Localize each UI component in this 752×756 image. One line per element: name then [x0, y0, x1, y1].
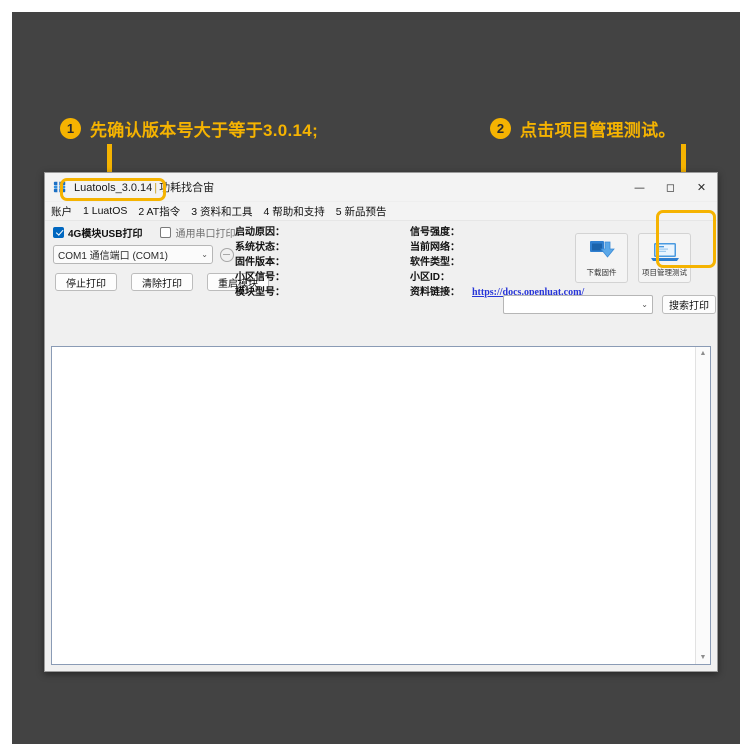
- app-logo-icon: [53, 180, 66, 194]
- window-title-suffix: 功耗找合宙: [159, 182, 215, 194]
- label-cell-signal: 小区信号：: [235, 272, 285, 283]
- annotation-text-2: 点击项目管理测试。: [520, 121, 676, 140]
- label-signal-strength: 信号强度：: [410, 227, 460, 238]
- label-cell-id: 小区ID：: [410, 272, 450, 283]
- project-management-test-button[interactable]: 项目管理测试: [638, 233, 691, 283]
- annotation-badge-1: 1: [60, 118, 81, 139]
- laptop-project-icon: [650, 239, 680, 265]
- control-panel: 4G模块USB打印 通用串口打印 COM1 通信端口 (COM1) ⌄ 停止打印…: [45, 221, 717, 346]
- clear-print-button[interactable]: 清除打印: [131, 273, 193, 291]
- download-firmware-button[interactable]: 下载固件: [575, 233, 628, 283]
- label-boot-reason: 启动原因：: [235, 227, 285, 238]
- download-firmware-icon: [588, 239, 616, 265]
- annotation-callout-1: 1 先确认版本号大于等于3.0.14;: [60, 116, 318, 141]
- annotation-badge-2: 2: [490, 118, 511, 139]
- window-title: Luatools_3.0.14 | 功耗找合宙: [74, 179, 214, 195]
- menu-bar: 账户 1 LuatOS 2 AT指令 3 资料和工具 4 帮助和支持 5 新品预…: [45, 202, 717, 221]
- scroll-up-icon[interactable]: ▲: [696, 347, 710, 360]
- status-column-right: 信号强度： 当前网络： 软件类型： 小区ID： 资料链接： https://do…: [410, 225, 584, 300]
- log-output-area[interactable]: ▲ ▼: [51, 346, 711, 665]
- minimize-button[interactable]: —: [624, 173, 655, 201]
- log-vertical-scrollbar[interactable]: ▲ ▼: [695, 347, 710, 664]
- chevron-down-icon: ⌄: [201, 250, 208, 259]
- search-input[interactable]: ⌄: [503, 295, 653, 314]
- menu-item-docs-tools[interactable]: 3 资料和工具: [191, 204, 252, 219]
- annotation-callout-2: 2 点击项目管理测试。: [490, 116, 676, 141]
- window-controls: — ◻ ✕: [624, 173, 717, 201]
- stop-print-button[interactable]: 停止打印: [55, 273, 117, 291]
- screenshot-backdrop: 1 先确认版本号大于等于3.0.14; 2 点击项目管理测试。 Luatools…: [12, 12, 740, 744]
- label-module-model: 模块型号：: [235, 287, 285, 298]
- window-titlebar[interactable]: Luatools_3.0.14 | 功耗找合宙 — ◻ ✕: [45, 173, 717, 202]
- com-port-value: COM1 通信端口 (COM1): [58, 251, 168, 262]
- checkbox-4g-usb-print[interactable]: 4G模块USB打印: [53, 225, 142, 240]
- search-print-button[interactable]: 搜索打印: [662, 295, 716, 314]
- scroll-down-icon[interactable]: ▼: [696, 651, 710, 664]
- label-firmware-version: 固件版本：: [235, 257, 285, 268]
- port-selection-row: COM1 通信端口 (COM1) ⌄: [53, 245, 234, 264]
- maximize-button[interactable]: ◻: [655, 173, 686, 201]
- checkbox-4g-usb-print-label: 4G模块USB打印: [68, 229, 143, 240]
- com-port-dropdown[interactable]: COM1 通信端口 (COM1) ⌄: [53, 245, 213, 264]
- label-system-status: 系统状态：: [235, 242, 285, 253]
- annotation-text-1: 先确认版本号大于等于3.0.14;: [90, 121, 319, 140]
- chevron-down-icon: ⌄: [641, 300, 648, 309]
- menu-item-account[interactable]: 账户: [51, 204, 72, 219]
- print-mode-checkboxes: 4G模块USB打印 通用串口打印: [53, 225, 235, 240]
- toolbar-big-buttons: 下载固件 项目管理测试: [575, 233, 691, 283]
- luatools-window: Luatools_3.0.14 | 功耗找合宙 — ◻ ✕ 账户 1 LuatOS …: [44, 172, 718, 672]
- close-button[interactable]: ✕: [686, 173, 717, 201]
- label-current-network: 当前网络：: [410, 242, 460, 253]
- status-column-middle: 启动原因： 系统状态： 固件版本： 小区信号： 模块型号：: [235, 225, 285, 300]
- menu-item-at-commands[interactable]: 2 AT指令: [138, 204, 180, 219]
- menu-item-help-support[interactable]: 4 帮助和支持: [263, 204, 324, 219]
- menu-item-new-products[interactable]: 5 新品预告: [336, 204, 387, 219]
- refresh-ports-icon[interactable]: [220, 247, 234, 262]
- window-title-separator: |: [154, 182, 158, 194]
- checkbox-serial-print-label: 通用串口打印: [175, 229, 236, 240]
- menu-item-luatos[interactable]: 1 LuatOS: [83, 205, 127, 217]
- download-firmware-label: 下载固件: [586, 268, 617, 277]
- project-management-test-label: 项目管理测试: [642, 268, 687, 277]
- label-docs-link: 资料链接：: [410, 287, 460, 298]
- search-row: ⌄ 搜索打印: [503, 295, 716, 314]
- log-output-text: [52, 347, 695, 664]
- checkbox-serial-print[interactable]: 通用串口打印: [160, 225, 235, 240]
- label-software-type: 软件类型：: [410, 257, 460, 268]
- checkbox-4g-usb-print-box[interactable]: [53, 227, 64, 238]
- window-title-version: Luatools_3.0.14: [74, 182, 153, 194]
- checkbox-serial-print-box[interactable]: [160, 227, 172, 238]
